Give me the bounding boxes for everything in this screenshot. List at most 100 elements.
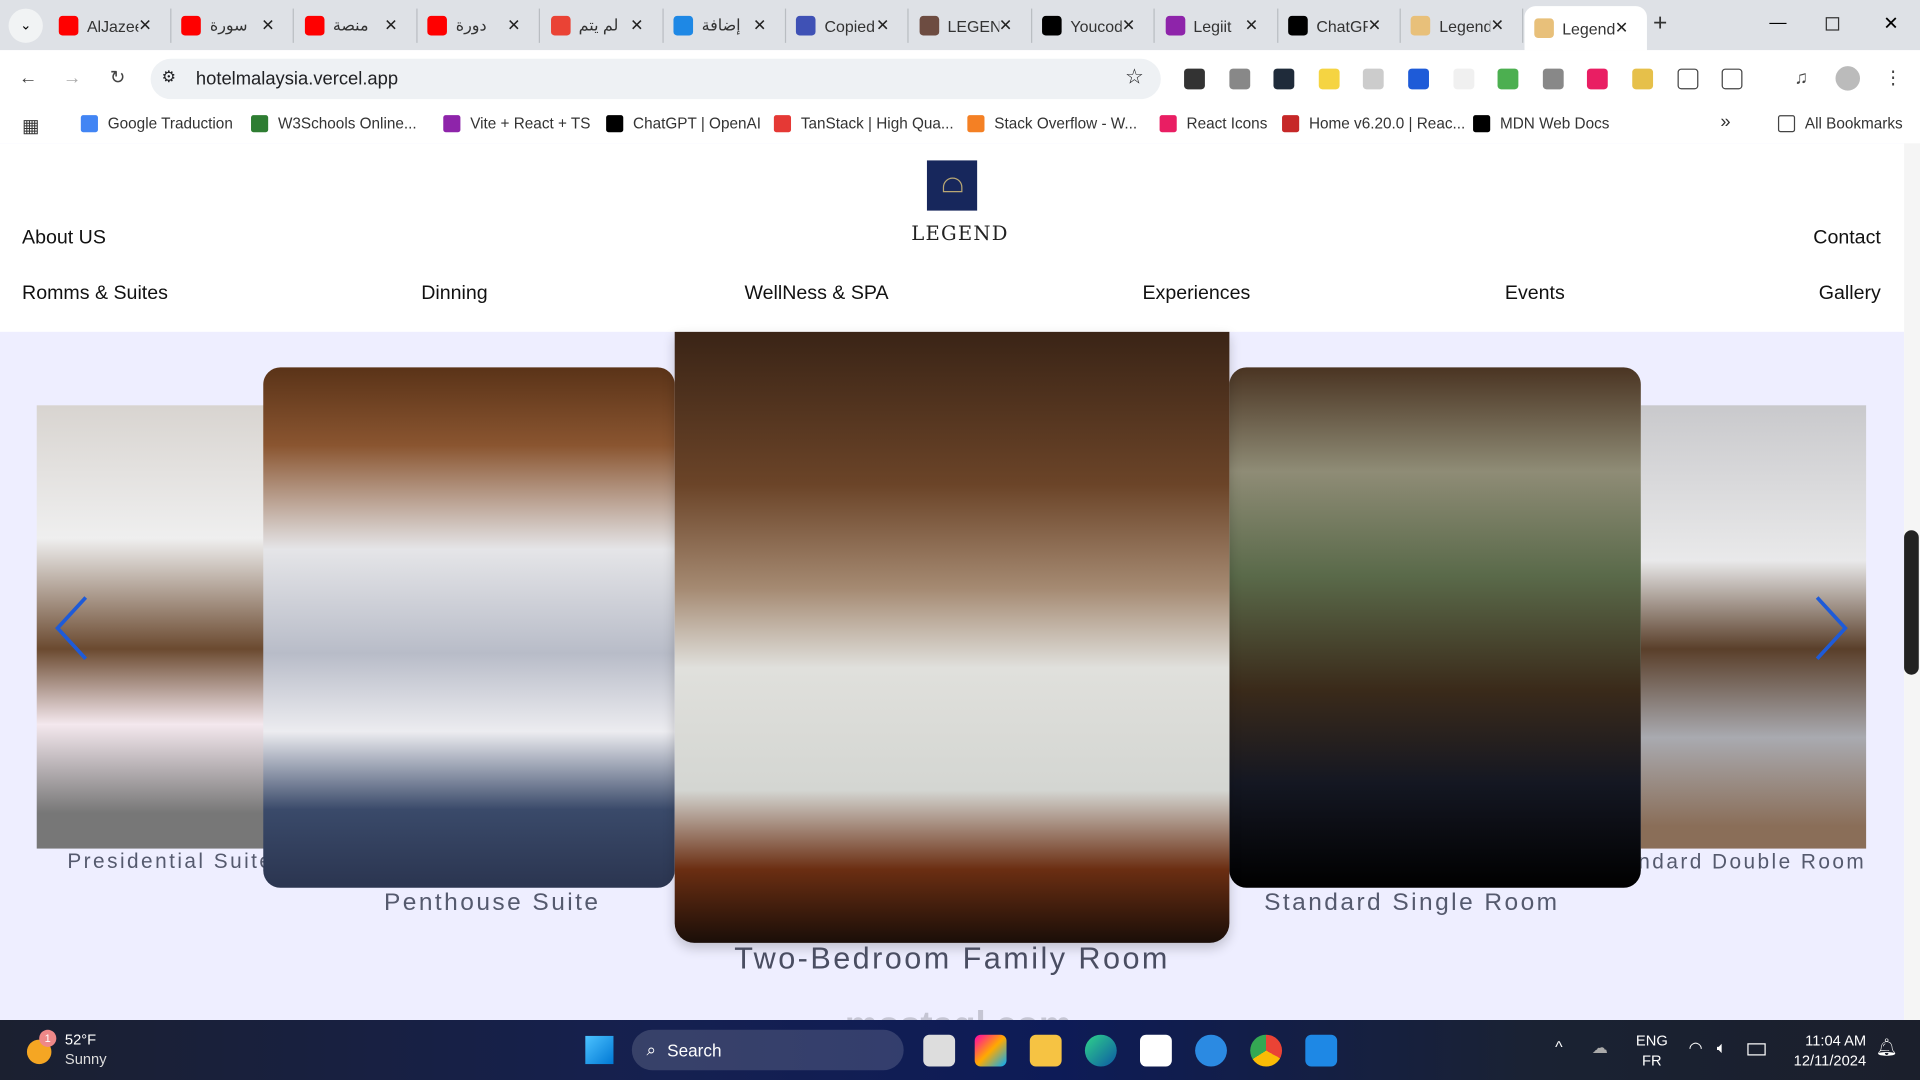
browser-tab[interactable]: ChatGPT✕	[1278, 8, 1401, 43]
nav-dining[interactable]: Dinning	[421, 283, 487, 305]
nav-experiences[interactable]: Experiences	[1142, 283, 1250, 305]
close-window-button[interactable]: ✕	[1883, 12, 1898, 34]
onedrive-icon[interactable]: ☁	[1592, 1038, 1608, 1058]
browser-tab[interactable]: لم يتم ✕	[541, 8, 664, 43]
bookmark-item[interactable]: TanStack | High Qua...	[773, 115, 954, 133]
bookmark-item[interactable]: MDN Web Docs	[1473, 115, 1609, 133]
extension-icon[interactable]	[1542, 68, 1564, 90]
extension-icon[interactable]	[1452, 68, 1474, 90]
extension-icon[interactable]	[1408, 68, 1429, 90]
extension-icon[interactable]	[1184, 68, 1205, 90]
file-explorer-icon[interactable]	[1029, 1034, 1062, 1067]
browser-tab[interactable]: سورة ✕	[172, 8, 295, 43]
nav-about[interactable]: About US	[22, 228, 106, 250]
browser-tab[interactable]: منصة ✕	[295, 8, 418, 43]
new-tab-button[interactable]: +	[1653, 10, 1667, 38]
tab-close-icon[interactable]: ✕	[999, 16, 1021, 36]
volume-icon[interactable]: 🔈︎	[1717, 1038, 1727, 1058]
browser-tab[interactable]: دورة ✕	[418, 8, 541, 43]
next-arrow-icon[interactable]	[1812, 595, 1849, 661]
browser-tab[interactable]: Legiit ✕	[1155, 8, 1278, 43]
bookmark-item[interactable]: React Icons	[1159, 115, 1267, 133]
tab-favicon-icon	[427, 15, 448, 36]
notification-bell-icon[interactable]: 🔔︎	[1876, 1037, 1898, 1058]
prev-arrow-icon[interactable]	[54, 595, 91, 661]
bookmark-star-icon[interactable]: ☆	[1125, 65, 1144, 89]
more-bookmarks[interactable]: »	[1720, 111, 1730, 132]
language-indicator[interactable]: ENG FR	[1636, 1031, 1668, 1070]
reload-icon[interactable]: ↻	[107, 67, 129, 89]
forward-icon[interactable]: →	[61, 67, 83, 89]
start-button[interactable]	[585, 1035, 614, 1065]
extension-icon[interactable]	[1677, 68, 1698, 90]
slide-standard-single-room[interactable]	[1229, 367, 1641, 888]
tab-close-icon[interactable]: ✕	[507, 16, 529, 36]
battery-icon[interactable]	[1747, 1043, 1766, 1056]
copilot-icon[interactable]	[974, 1034, 1007, 1067]
media-icon[interactable]: ♫	[1790, 67, 1812, 89]
profile-avatar[interactable]	[1835, 66, 1861, 91]
scrollbar-thumb[interactable]	[1904, 530, 1919, 675]
task-view-icon[interactable]	[923, 1034, 956, 1067]
nav-gallery[interactable]: Gallery	[1819, 283, 1881, 305]
nav-wellness[interactable]: WellNess & SPA	[744, 283, 888, 305]
edge-icon[interactable]	[1084, 1034, 1117, 1067]
tab-close-icon[interactable]: ✕	[1245, 16, 1267, 36]
slide-two-bedroom-family-room[interactable]	[674, 331, 1230, 943]
browser-tab[interactable]: AlJazeera✕	[49, 8, 172, 43]
extension-icon[interactable]	[1273, 68, 1295, 90]
logo[interactable]	[926, 160, 978, 211]
browser-tab[interactable]: Copied ✕	[787, 8, 910, 43]
tab-close-icon[interactable]: ✕	[1491, 16, 1513, 36]
browser-tab[interactable]: LEGEND✕	[910, 8, 1032, 43]
help-icon[interactable]	[1195, 1034, 1227, 1067]
all-bookmarks[interactable]: All Bookmarks	[1777, 115, 1903, 133]
tab-close-icon[interactable]: ✕	[876, 16, 898, 36]
nav-contact[interactable]: Contact	[1813, 228, 1881, 250]
extension-icon[interactable]	[1363, 68, 1385, 90]
chrome-icon[interactable]	[1250, 1034, 1283, 1067]
tab-search-button[interactable]: ⌄	[8, 8, 43, 43]
vscode-icon[interactable]	[1305, 1034, 1338, 1067]
wifi-icon[interactable]: ◠	[1689, 1038, 1703, 1058]
bookmark-item[interactable]: Home v6.20.0 | Reac...	[1282, 115, 1465, 133]
weather-widget[interactable]: 1 52°F Sunny	[26, 1029, 137, 1072]
restore-button[interactable]	[1825, 17, 1840, 31]
taskbar-search[interactable]: ⌕ Search	[631, 1029, 904, 1071]
browser-tab[interactable]: إضافة ✕	[664, 8, 787, 43]
bookmark-item[interactable]: ChatGPT | OpenAI	[606, 115, 761, 133]
extension-icon[interactable]	[1497, 68, 1519, 90]
tab-close-icon[interactable]: ✕	[1368, 16, 1390, 36]
tray-chevron-icon[interactable]: ^	[1555, 1037, 1562, 1055]
extension-icon[interactable]	[1318, 68, 1340, 90]
store-icon[interactable]	[1140, 1034, 1172, 1067]
tab-close-icon[interactable]: ✕	[753, 16, 775, 36]
browser-tab[interactable]: Youcode✕	[1032, 8, 1155, 43]
extension-icon[interactable]	[1721, 68, 1743, 90]
extension-icon[interactable]	[1632, 68, 1654, 90]
browser-tab[interactable]: Legend ✕	[1401, 8, 1524, 43]
tab-close-icon[interactable]: ✕	[630, 16, 652, 36]
bookmark-item[interactable]: W3Schools Online...	[251, 115, 417, 133]
tab-close-icon[interactable]: ✕	[384, 16, 406, 36]
clock[interactable]: 11:04 AM 12/11/2024	[1778, 1031, 1866, 1070]
bookmark-item[interactable]: Google Traduction	[80, 115, 233, 133]
nav-events[interactable]: Events	[1505, 283, 1565, 305]
tab-close-icon[interactable]: ✕	[138, 16, 160, 36]
site-info-icon[interactable]: ⚙	[162, 67, 176, 87]
tab-close-icon[interactable]: ✕	[1615, 18, 1637, 38]
minimize-button[interactable]: —	[1769, 12, 1786, 32]
extension-icon[interactable]	[1587, 68, 1609, 90]
menu-icon[interactable]: ⋮	[1882, 67, 1904, 89]
nav-rooms[interactable]: Romms & Suites	[22, 283, 168, 305]
bookmark-item[interactable]: Stack Overflow - W...	[967, 115, 1137, 133]
address-bar[interactable]: ⚙ hotelmalaysia.vercel.app ☆	[150, 58, 1161, 100]
bookmark-item[interactable]: Vite + React + TS	[443, 115, 590, 133]
slide-penthouse-suite[interactable]	[263, 367, 675, 888]
apps-icon[interactable]: ▦	[22, 115, 39, 137]
tab-close-icon[interactable]: ✕	[1122, 16, 1144, 36]
tab-close-icon[interactable]: ✕	[261, 16, 283, 36]
extension-icon[interactable]	[1228, 68, 1250, 90]
back-icon[interactable]: ←	[17, 67, 39, 89]
browser-tab[interactable]: Legend ✕	[1524, 6, 1647, 51]
